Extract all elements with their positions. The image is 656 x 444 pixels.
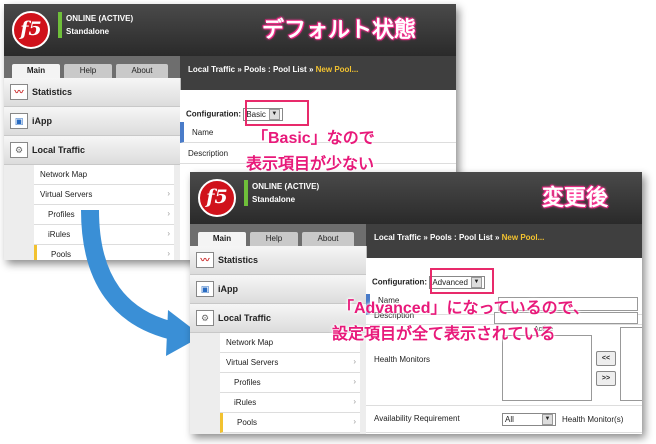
status-online: ONLINE (ACTIVE) <box>252 182 320 191</box>
status-mode: Standalone <box>66 27 110 36</box>
annotation-note-1: 「Advanced」になっているので、 <box>338 300 590 317</box>
breadcrumb-bar: Local Traffic » Pools : Pool List » New … <box>366 224 642 258</box>
breadcrumb-local-traffic[interactable]: Local Traffic <box>374 233 421 242</box>
header-bar: f5 ONLINE (ACTIVE) Standalone 変更後 <box>190 172 642 224</box>
breadcrumb-pool-list[interactable]: Pools : Pool List <box>430 233 493 242</box>
tab-about[interactable]: About <box>116 64 168 78</box>
availability-select[interactable]: All ▼ <box>502 413 556 426</box>
annotation-title: デフォルト状態 <box>262 17 417 42</box>
breadcrumb-sep: » <box>237 65 242 74</box>
breadcrumb: Local Traffic » Pools : Pool List » New … <box>188 65 358 74</box>
status-online: ONLINE (ACTIVE) <box>66 14 134 23</box>
local-traffic-icon: ⚙ <box>10 142 28 158</box>
breadcrumb-bar: Local Traffic » Pools : Pool List » New … <box>180 56 456 90</box>
configuration-label: Configuration: <box>186 109 242 119</box>
tab-help[interactable]: Help <box>64 64 112 78</box>
nav-item-network-map[interactable]: Network Map <box>34 165 174 185</box>
nav-item-pools[interactable]: Pools › <box>220 413 360 433</box>
screenshot-advanced: f5 ONLINE (ACTIVE) Standalone 変更後 Main H… <box>190 172 642 434</box>
tab-bar: Main Help About <box>4 56 180 78</box>
iapp-icon: ▣ <box>196 281 214 297</box>
nav-item-irules[interactable]: iRules › <box>220 393 360 413</box>
tab-bar: Main Help About <box>190 224 366 246</box>
breadcrumb-pool-list[interactable]: Pools : Pool List <box>244 65 307 74</box>
annotation-note-2: 設定項目が全て表示されている <box>332 326 556 343</box>
nav-section-statistics[interactable]: 〰 Statistics <box>4 78 180 107</box>
form-row-availability: Availability Requirement All ▼ Health Mon… <box>366 406 642 433</box>
f5-logo: f5 <box>198 179 236 217</box>
local-traffic-icon: ⚙ <box>196 310 214 326</box>
breadcrumb-sep: » <box>423 233 428 242</box>
breadcrumb-sep: » <box>308 65 314 74</box>
breadcrumb: Local Traffic » Pools : Pool List » New … <box>374 233 544 242</box>
main-content: Configuration: Advanced ▼ Name Descriptio… <box>332 258 642 434</box>
statistics-icon: 〰 <box>196 252 214 268</box>
annotation-note-1: 「Basic」なので <box>252 130 375 147</box>
tab-about[interactable]: About <box>302 232 354 246</box>
status-box: ONLINE (ACTIVE) Standalone <box>244 180 319 206</box>
breadcrumb-current: New Pool... <box>501 233 545 242</box>
breadcrumb-local-traffic[interactable]: Local Traffic <box>188 65 235 74</box>
transition-arrow-icon <box>81 210 202 356</box>
nav-section-iapp[interactable]: ▣ iApp <box>4 107 180 136</box>
iapp-icon: ▣ <box>10 113 28 129</box>
configuration-label: Configuration: <box>372 277 428 287</box>
chevron-right-icon: › <box>353 357 356 366</box>
tab-main[interactable]: Main <box>12 64 60 78</box>
annotation-title: 変更後 <box>542 185 609 210</box>
breadcrumb-current: New Pool... <box>315 65 359 74</box>
nav-section-local-traffic[interactable]: ⚙ Local Traffic <box>4 136 180 165</box>
move-left-button[interactable]: << <box>596 351 616 366</box>
nav-item-virtual-servers[interactable]: Virtual Servers › <box>220 353 360 373</box>
chevron-right-icon: › <box>353 397 356 406</box>
nav-item-profiles[interactable]: Profiles › <box>220 373 360 393</box>
status-mode: Standalone <box>252 195 296 204</box>
nav-section-statistics[interactable]: 〰 Statistics <box>190 246 366 275</box>
move-right-button[interactable]: >> <box>596 371 616 386</box>
highlight-box <box>430 268 494 294</box>
header-bar: f5 ONLINE (ACTIVE) Standalone デフォルト状態 <box>4 4 456 56</box>
availability-suffix: Health Monitor(s) <box>562 415 624 424</box>
chevron-right-icon: › <box>167 189 170 198</box>
nav-item-virtual-servers[interactable]: Virtual Servers › <box>34 185 174 205</box>
available-monitors-list[interactable] <box>620 327 642 401</box>
chevron-down-icon: ▼ <box>542 414 553 425</box>
chevron-right-icon: › <box>353 377 356 386</box>
status-box: ONLINE (ACTIVE) Standalone <box>58 12 133 38</box>
f5-logo: f5 <box>12 11 50 49</box>
annotation-note-2: 表示項目が少ない <box>246 156 375 173</box>
tab-help[interactable]: Help <box>250 232 298 246</box>
tab-main[interactable]: Main <box>198 232 246 246</box>
statistics-icon: 〰 <box>10 84 28 100</box>
chevron-right-icon: › <box>353 417 356 426</box>
active-monitors-list[interactable] <box>502 335 592 401</box>
breadcrumb-sep: » <box>494 233 500 242</box>
